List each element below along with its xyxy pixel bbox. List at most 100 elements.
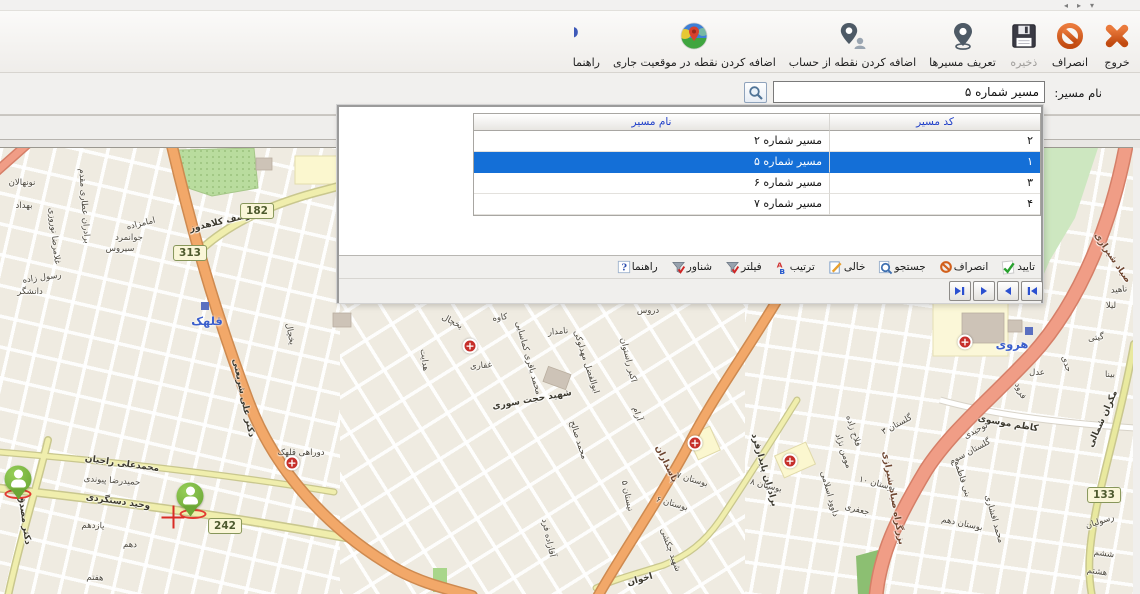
svg-text:?: ?: [621, 263, 627, 274]
grid-row-selected[interactable]: مسیر شماره ۵ ۱: [474, 152, 1040, 173]
search-lookup-button[interactable]: جستجو: [878, 260, 925, 275]
help-icon: ?: [574, 17, 598, 55]
clear-button[interactable]: خالی: [828, 260, 866, 275]
svg-text:?: ?: [574, 23, 579, 52]
map-street-label: نامدار: [547, 326, 568, 338]
map-street-label: آقازاده فرد: [539, 518, 557, 558]
arrow-right-icon[interactable]: ▸: [1077, 0, 1081, 11]
cell-route-name[interactable]: مسیر شماره ۶: [474, 173, 830, 194]
help-button[interactable]: ? راهنما: [570, 13, 603, 71]
nav-prev-button[interactable]: [997, 281, 1019, 301]
add-point-current-label: اضافه کردن نقطه در موقعیت جاری: [613, 55, 776, 70]
nav-next-button[interactable]: [973, 281, 995, 301]
arrow-down-icon[interactable]: ▾: [1090, 0, 1094, 11]
nav-first-button[interactable]: [1021, 281, 1043, 301]
nav-first-icon: [1026, 286, 1038, 296]
filter-button[interactable]: فیلتر: [725, 260, 762, 275]
map-street-label: یخچال: [440, 312, 464, 331]
ribbon-collapse-arrows[interactable]: ◂ ▸ ▾: [1064, 0, 1094, 11]
map-street-label: اکبر راستوان: [618, 337, 639, 384]
map-street-label: ششم: [1093, 548, 1115, 561]
map-street-label: دوراهی قلهک: [277, 448, 324, 458]
map-street-label: کاوه: [492, 312, 508, 324]
cell-route-name[interactable]: مسیر شماره ۲: [474, 131, 830, 152]
float-filter-icon: [671, 260, 686, 275]
map-street-label: جدی: [1059, 355, 1074, 374]
check-icon: [1001, 260, 1016, 275]
map-street-label: شهید چکشی: [658, 527, 683, 573]
lookup-help-button[interactable]: ? راهنما: [617, 260, 658, 274]
map-street-label: بهداد: [16, 201, 33, 211]
map-street-label: برادران پایدارفرد: [749, 432, 779, 507]
route-name-input[interactable]: [773, 81, 1045, 103]
hospital-marker[interactable]: +: [285, 456, 300, 471]
nav-last-button[interactable]: [949, 281, 971, 301]
exit-icon: [1101, 17, 1133, 55]
map-street-label: مکران شمالی: [1086, 389, 1120, 449]
poi-square-marker: [1025, 327, 1033, 335]
main-toolbar: خروج انصراف ذخیره تعریف مسیرها اضافه کرد…: [0, 11, 1140, 73]
map-street-label: محمد صالح: [567, 419, 589, 460]
map-street-label: ابوالفضل مهدلوکی: [571, 329, 601, 395]
cell-route-name[interactable]: مسیر شماره ۵: [474, 152, 830, 173]
map-street-label: غلامرضا نوروزی: [46, 207, 62, 265]
hospital-marker[interactable]: +: [463, 339, 478, 354]
route-number-badge: 133: [1087, 487, 1121, 503]
cell-route-code[interactable]: ۱: [830, 152, 1040, 173]
map-street-label: دروس: [637, 306, 659, 316]
search-icon: [748, 85, 764, 101]
grid-row[interactable]: مسیر شماره ۶ ۳: [474, 173, 1040, 194]
map-street-label: نیستان ۵: [619, 480, 635, 513]
define-routes-button[interactable]: تعریف مسیرها: [926, 13, 999, 71]
add-point-account-button[interactable]: اضافه کردن نقطه از حساب: [786, 13, 919, 71]
map-street-label: فلاح زاده: [843, 414, 862, 448]
map-street-label: رسولیان: [1084, 513, 1115, 532]
grid-header-code[interactable]: کد مسیر: [830, 114, 1040, 131]
map-street-label: ناهید: [1110, 284, 1127, 295]
map-street-label: رسول زاده: [22, 270, 62, 285]
cancel-button[interactable]: انصراف: [1049, 13, 1091, 71]
grid-header-name[interactable]: نام مسیر: [474, 114, 830, 131]
route-name-label: نام مسیر:: [1054, 86, 1102, 100]
cancel-lookup-button[interactable]: انصراف: [939, 260, 989, 274]
sort-button[interactable]: AB ترتیب: [775, 260, 815, 275]
save-label: ذخیره: [1010, 55, 1037, 70]
hospital-marker[interactable]: +: [783, 454, 798, 469]
cancel-icon: [1054, 17, 1086, 55]
arrow-left-icon[interactable]: ◂: [1064, 0, 1068, 11]
map-place-label: قلهک: [191, 314, 223, 328]
confirm-button[interactable]: تایید: [1001, 260, 1035, 275]
map-street-label: وحید دستگردی: [85, 493, 151, 512]
hospital-marker[interactable]: +: [958, 335, 973, 350]
exit-button[interactable]: خروج: [1098, 13, 1136, 71]
map-street-label: صیاد شیرازی: [1092, 231, 1133, 285]
map-street-label: سیروس: [106, 244, 135, 254]
nav-next-icon: [978, 286, 990, 296]
cell-route-code[interactable]: ۴: [830, 194, 1040, 215]
map-street-label: دکتر علی شریعتی: [230, 358, 256, 438]
grid-row[interactable]: مسیر شماره ۲ ۲: [474, 131, 1040, 152]
route-point-pin[interactable]: [5, 466, 32, 493]
grid-row[interactable]: مسیر شماره ۷ ۴: [474, 194, 1040, 215]
hospital-marker[interactable]: +: [688, 436, 703, 451]
map-place-label: هروی: [996, 337, 1029, 351]
map-street-label: بینا: [1105, 370, 1115, 380]
record-navigator: [339, 278, 1041, 303]
sort-ab-icon: AB: [775, 260, 789, 275]
pencil-icon: [828, 260, 843, 275]
cell-route-code[interactable]: ۲: [830, 131, 1040, 152]
route-grid: نام مسیر کد مسیر مسیر شماره ۲ ۲ مسیر شما…: [473, 113, 1041, 216]
define-routes-label: تعریف مسیرها: [929, 55, 996, 70]
add-point-account-label: اضافه کردن نقطه از حساب: [789, 55, 916, 70]
map-street-label: بوستان ۶: [655, 495, 689, 514]
cell-route-name[interactable]: مسیر شماره ۷: [474, 194, 830, 215]
float-button[interactable]: شناور: [671, 260, 712, 275]
add-point-current-button[interactable]: اضافه کردن نقطه در موقعیت جاری: [610, 13, 779, 71]
map-street-label: جوانمرد: [115, 233, 143, 243]
route-pin-icon: [947, 17, 979, 55]
search-button[interactable]: [744, 82, 767, 103]
map-street-label: گیتی: [1087, 332, 1104, 344]
save-button[interactable]: ذخیره: [1006, 13, 1042, 71]
cell-route-code[interactable]: ۳: [830, 173, 1040, 194]
map-street-label: آرام: [630, 406, 644, 422]
